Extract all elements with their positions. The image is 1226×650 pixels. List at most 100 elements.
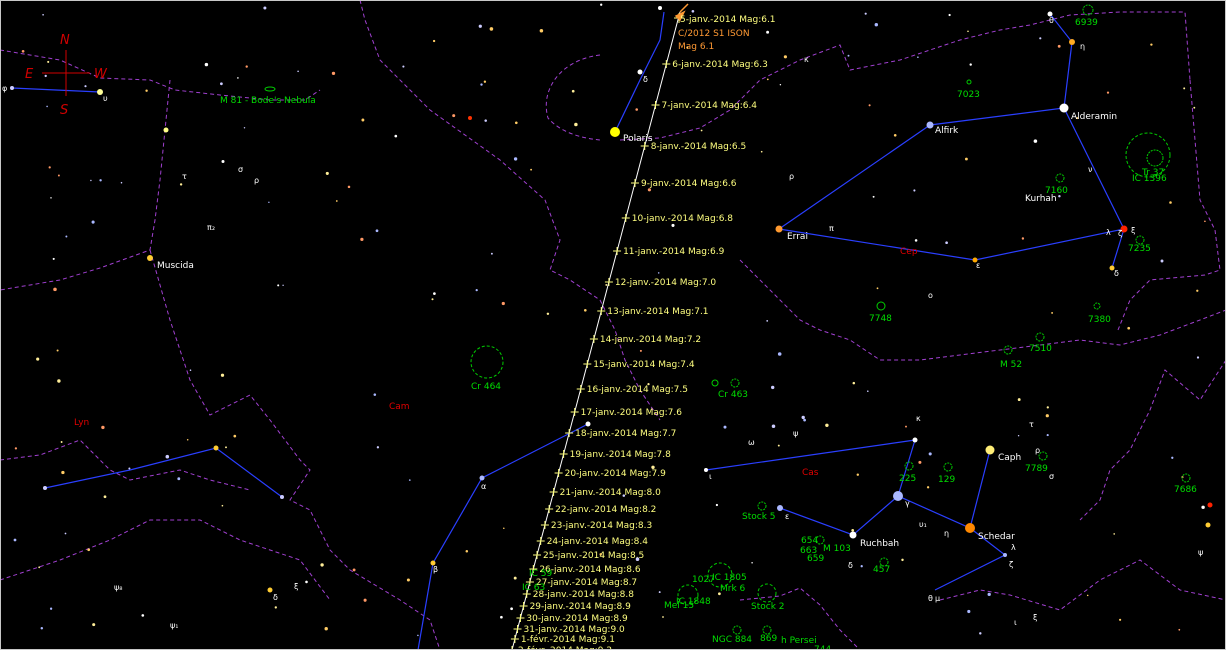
faint-star bbox=[1017, 435, 1020, 437]
star-delta-umi[interactable] bbox=[637, 69, 643, 75]
faint-star bbox=[65, 235, 68, 238]
star-phi[interactable] bbox=[10, 86, 14, 90]
star-gamma-cas[interactable] bbox=[893, 491, 903, 501]
faint-star bbox=[771, 424, 776, 428]
greek-label: ξ bbox=[1131, 226, 1135, 235]
star-alderamin[interactable] bbox=[1059, 103, 1069, 113]
faint-star bbox=[452, 114, 456, 118]
faint-star bbox=[639, 349, 642, 352]
star-right-2[interactable] bbox=[1207, 502, 1213, 508]
greek-label: ψ bbox=[1198, 548, 1203, 557]
faint-star bbox=[867, 390, 869, 392]
faint-star bbox=[1033, 139, 1038, 143]
comet-date-label: 22-janv.-2014 Mag:8.2 bbox=[555, 505, 656, 515]
star-delta-lyn[interactable] bbox=[267, 587, 273, 593]
faint-star bbox=[510, 607, 513, 611]
faint-star bbox=[1045, 414, 1049, 418]
faint-star bbox=[1196, 356, 1200, 359]
faint-star bbox=[120, 181, 123, 184]
faint-star bbox=[92, 623, 96, 627]
faint-star bbox=[91, 220, 95, 224]
comet-date-label: 20-janv.-2014 Mag:7.9 bbox=[565, 469, 667, 479]
star-kappa-cas[interactable] bbox=[912, 437, 918, 443]
faint-star bbox=[243, 127, 246, 129]
faint-star bbox=[723, 425, 727, 429]
faint-star bbox=[1183, 87, 1186, 90]
constellation-cam: Cam bbox=[389, 402, 410, 412]
faint-star bbox=[352, 568, 356, 572]
constellation-cep: Cep bbox=[900, 247, 918, 257]
faint-star bbox=[103, 495, 107, 499]
star-right-1[interactable] bbox=[1205, 522, 1211, 528]
faint-star bbox=[189, 369, 192, 371]
faint-star bbox=[783, 55, 787, 59]
faint-star bbox=[87, 548, 91, 552]
comet-date-label: 31-janv.-2014 Mag:9.0 bbox=[524, 625, 626, 635]
comet-name: C/2012 S1 ISON bbox=[678, 29, 750, 39]
star-epsilon-umi[interactable] bbox=[658, 6, 662, 10]
star-alfirk[interactable] bbox=[926, 121, 934, 129]
star-polaris[interactable] bbox=[610, 127, 620, 137]
star-ursa-1[interactable] bbox=[163, 127, 169, 133]
greek-label: η bbox=[1080, 42, 1085, 51]
star-lyn-3[interactable] bbox=[280, 495, 284, 499]
faint-star bbox=[868, 104, 871, 107]
faint-star bbox=[320, 563, 324, 567]
comet-date-label: 19-janv.-2014 Mag:7.8 bbox=[570, 450, 672, 460]
faint-star bbox=[1039, 37, 1042, 40]
faint-star bbox=[99, 179, 102, 182]
dso-label: IC 1805 bbox=[712, 573, 747, 583]
comet-date-label: 16-janv.-2014 Mag:7.5 bbox=[587, 385, 688, 395]
star-m81-red[interactable] bbox=[468, 116, 472, 120]
faint-star bbox=[825, 423, 829, 428]
star-iota-cas[interactable] bbox=[704, 468, 708, 472]
faint-star bbox=[50, 197, 52, 199]
faint-star bbox=[851, 528, 855, 532]
faint-star bbox=[1057, 44, 1061, 48]
faint-star bbox=[605, 283, 608, 286]
star-epsilon-cas[interactable] bbox=[777, 505, 783, 511]
dso-label: 7510 bbox=[1029, 344, 1052, 354]
star-lyn-2[interactable] bbox=[213, 445, 219, 451]
dso-label: Cr 464 bbox=[471, 382, 501, 392]
star-muscida[interactable] bbox=[147, 255, 153, 261]
faint-star bbox=[373, 393, 377, 396]
star-errai[interactable] bbox=[775, 225, 783, 233]
star-zeta-cas[interactable] bbox=[1003, 553, 1007, 557]
faint-star bbox=[204, 62, 209, 67]
star-lyn-1[interactable] bbox=[43, 486, 47, 490]
faint-star bbox=[501, 301, 505, 306]
sky-chart[interactable]: N S E W 5-janv.-2014 Mag:6.1 C/2012 S1 I… bbox=[0, 0, 1226, 650]
star-schedar[interactable] bbox=[965, 523, 975, 533]
faint-star bbox=[363, 598, 367, 602]
star-caph[interactable] bbox=[985, 445, 995, 455]
greek-label: λ bbox=[1106, 228, 1111, 237]
greek-label: υ₁ bbox=[919, 520, 927, 529]
comet-date-label: 8-janv.-2014 Mag:6.5 bbox=[651, 142, 747, 152]
comet-date-label: 11-janv.-2014 Mag:6.9 bbox=[623, 247, 725, 257]
greek-label: ξ bbox=[294, 582, 298, 591]
comet-date-label: 14-janv.-2014 Mag:7.2 bbox=[600, 335, 701, 345]
greek-label: α bbox=[481, 482, 486, 491]
faint-star bbox=[987, 592, 991, 597]
star-alpha-cam[interactable] bbox=[479, 475, 485, 481]
faint-star bbox=[465, 549, 469, 553]
faint-star bbox=[1046, 406, 1049, 409]
faint-star bbox=[101, 425, 105, 430]
dso-label: 744 bbox=[814, 645, 831, 650]
star-eta-cep[interactable] bbox=[1069, 39, 1075, 45]
faint-star bbox=[1150, 43, 1153, 46]
faint-star bbox=[360, 237, 364, 242]
faint-star bbox=[347, 185, 351, 189]
star-ruchbah[interactable] bbox=[849, 531, 857, 539]
greek-label: σ bbox=[1049, 472, 1054, 481]
faint-star bbox=[375, 229, 379, 233]
dso-label: IC 63 bbox=[522, 583, 545, 593]
faint-star bbox=[893, 133, 897, 137]
faint-star bbox=[574, 122, 578, 127]
faint-star bbox=[417, 634, 419, 637]
comet-first-mag: Mag 6.1 bbox=[678, 42, 714, 52]
star-cam-top[interactable] bbox=[585, 421, 591, 427]
faint-star bbox=[141, 614, 145, 617]
greek-label: σ bbox=[238, 165, 243, 174]
